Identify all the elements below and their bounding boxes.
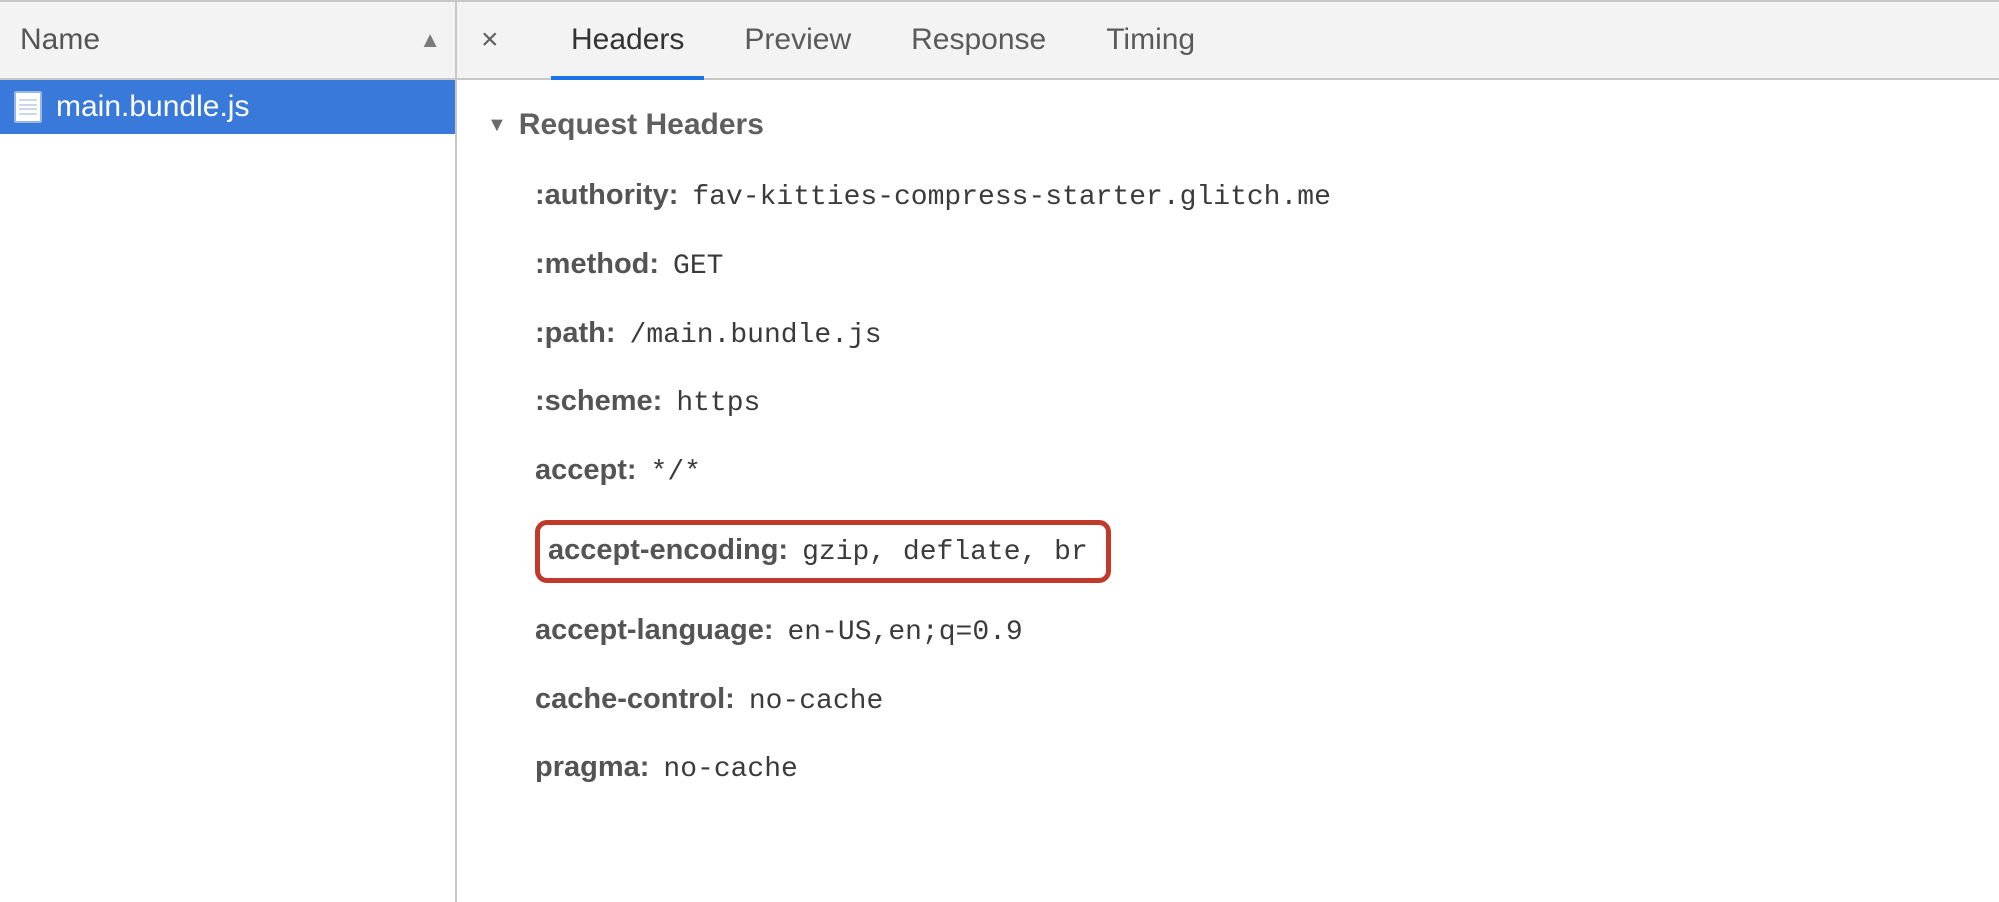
header-name: cache-control: (535, 680, 735, 719)
request-list-header[interactable]: Name ▲ (0, 2, 455, 80)
tab-label: Preview (744, 23, 851, 57)
close-icon: × (481, 23, 499, 57)
header-value: en-US,en;q=0.9 (788, 614, 1023, 652)
header-value: fav-kitties-compress-starter.glitch.me (692, 179, 1331, 217)
column-header-name: Name (20, 23, 100, 57)
request-headers-section-toggle[interactable]: ▼ Request Headers (487, 108, 1969, 142)
header-value: GET (673, 248, 723, 286)
tab-label: Response (911, 23, 1046, 57)
close-button[interactable]: × (481, 2, 541, 78)
header-row: :scheme: https (535, 368, 1969, 437)
tab-response[interactable]: Response (881, 2, 1076, 78)
section-title-text: Request Headers (519, 108, 764, 142)
header-value: */* (651, 454, 701, 492)
header-name: accept-encoding: (548, 531, 788, 570)
request-list-sidebar: Name ▲ main.bundle.js (0, 2, 457, 902)
tab-headers[interactable]: Headers (541, 2, 714, 78)
request-name: main.bundle.js (56, 90, 249, 124)
highlight-box: accept-encoding: gzip, deflate, br (535, 520, 1111, 583)
request-list: main.bundle.js (0, 80, 455, 902)
header-value: gzip, deflate, br (802, 534, 1088, 572)
header-name: :method: (535, 245, 659, 284)
header-name: :path: (535, 314, 616, 353)
header-value: no-cache (663, 751, 797, 789)
tab-preview[interactable]: Preview (714, 2, 881, 78)
headers-panel-body: ▼ Request Headers :authority: fav-kittie… (457, 80, 1999, 902)
header-row-highlighted: accept-encoding: gzip, deflate, br (535, 506, 1969, 597)
header-value: /main.bundle.js (630, 317, 882, 355)
header-row: pragma: no-cache (535, 734, 1969, 803)
request-headers-list: :authority: fav-kitties-compress-starter… (535, 162, 1969, 803)
header-row: :method: GET (535, 231, 1969, 300)
header-row: cache-control: no-cache (535, 666, 1969, 735)
header-name: :authority: (535, 176, 678, 215)
sort-ascending-icon: ▲ (419, 27, 441, 53)
header-row: accept: */* (535, 437, 1969, 506)
tab-label: Timing (1106, 23, 1195, 57)
header-row: :authority: fav-kitties-compress-starter… (535, 162, 1969, 231)
header-row: :path: /main.bundle.js (535, 300, 1969, 369)
tab-timing[interactable]: Timing (1076, 2, 1225, 78)
header-name: accept: (535, 451, 637, 490)
disclosure-triangle-down-icon: ▼ (487, 114, 507, 137)
file-icon (14, 91, 42, 123)
header-name: accept-language: (535, 611, 774, 650)
request-list-item[interactable]: main.bundle.js (0, 80, 455, 134)
header-row: accept-language: en-US,en;q=0.9 (535, 597, 1969, 666)
request-detail-panel: × Headers Preview Response Timing ▼ Requ… (457, 2, 1999, 902)
header-value: no-cache (749, 683, 883, 721)
header-name: pragma: (535, 748, 649, 787)
header-name: :scheme: (535, 382, 662, 421)
header-value: https (676, 385, 760, 423)
tab-label: Headers (571, 23, 684, 57)
devtools-network-panel: Name ▲ main.bundle.js × Headers Preview (0, 0, 1999, 902)
detail-tabbar: × Headers Preview Response Timing (457, 2, 1999, 80)
